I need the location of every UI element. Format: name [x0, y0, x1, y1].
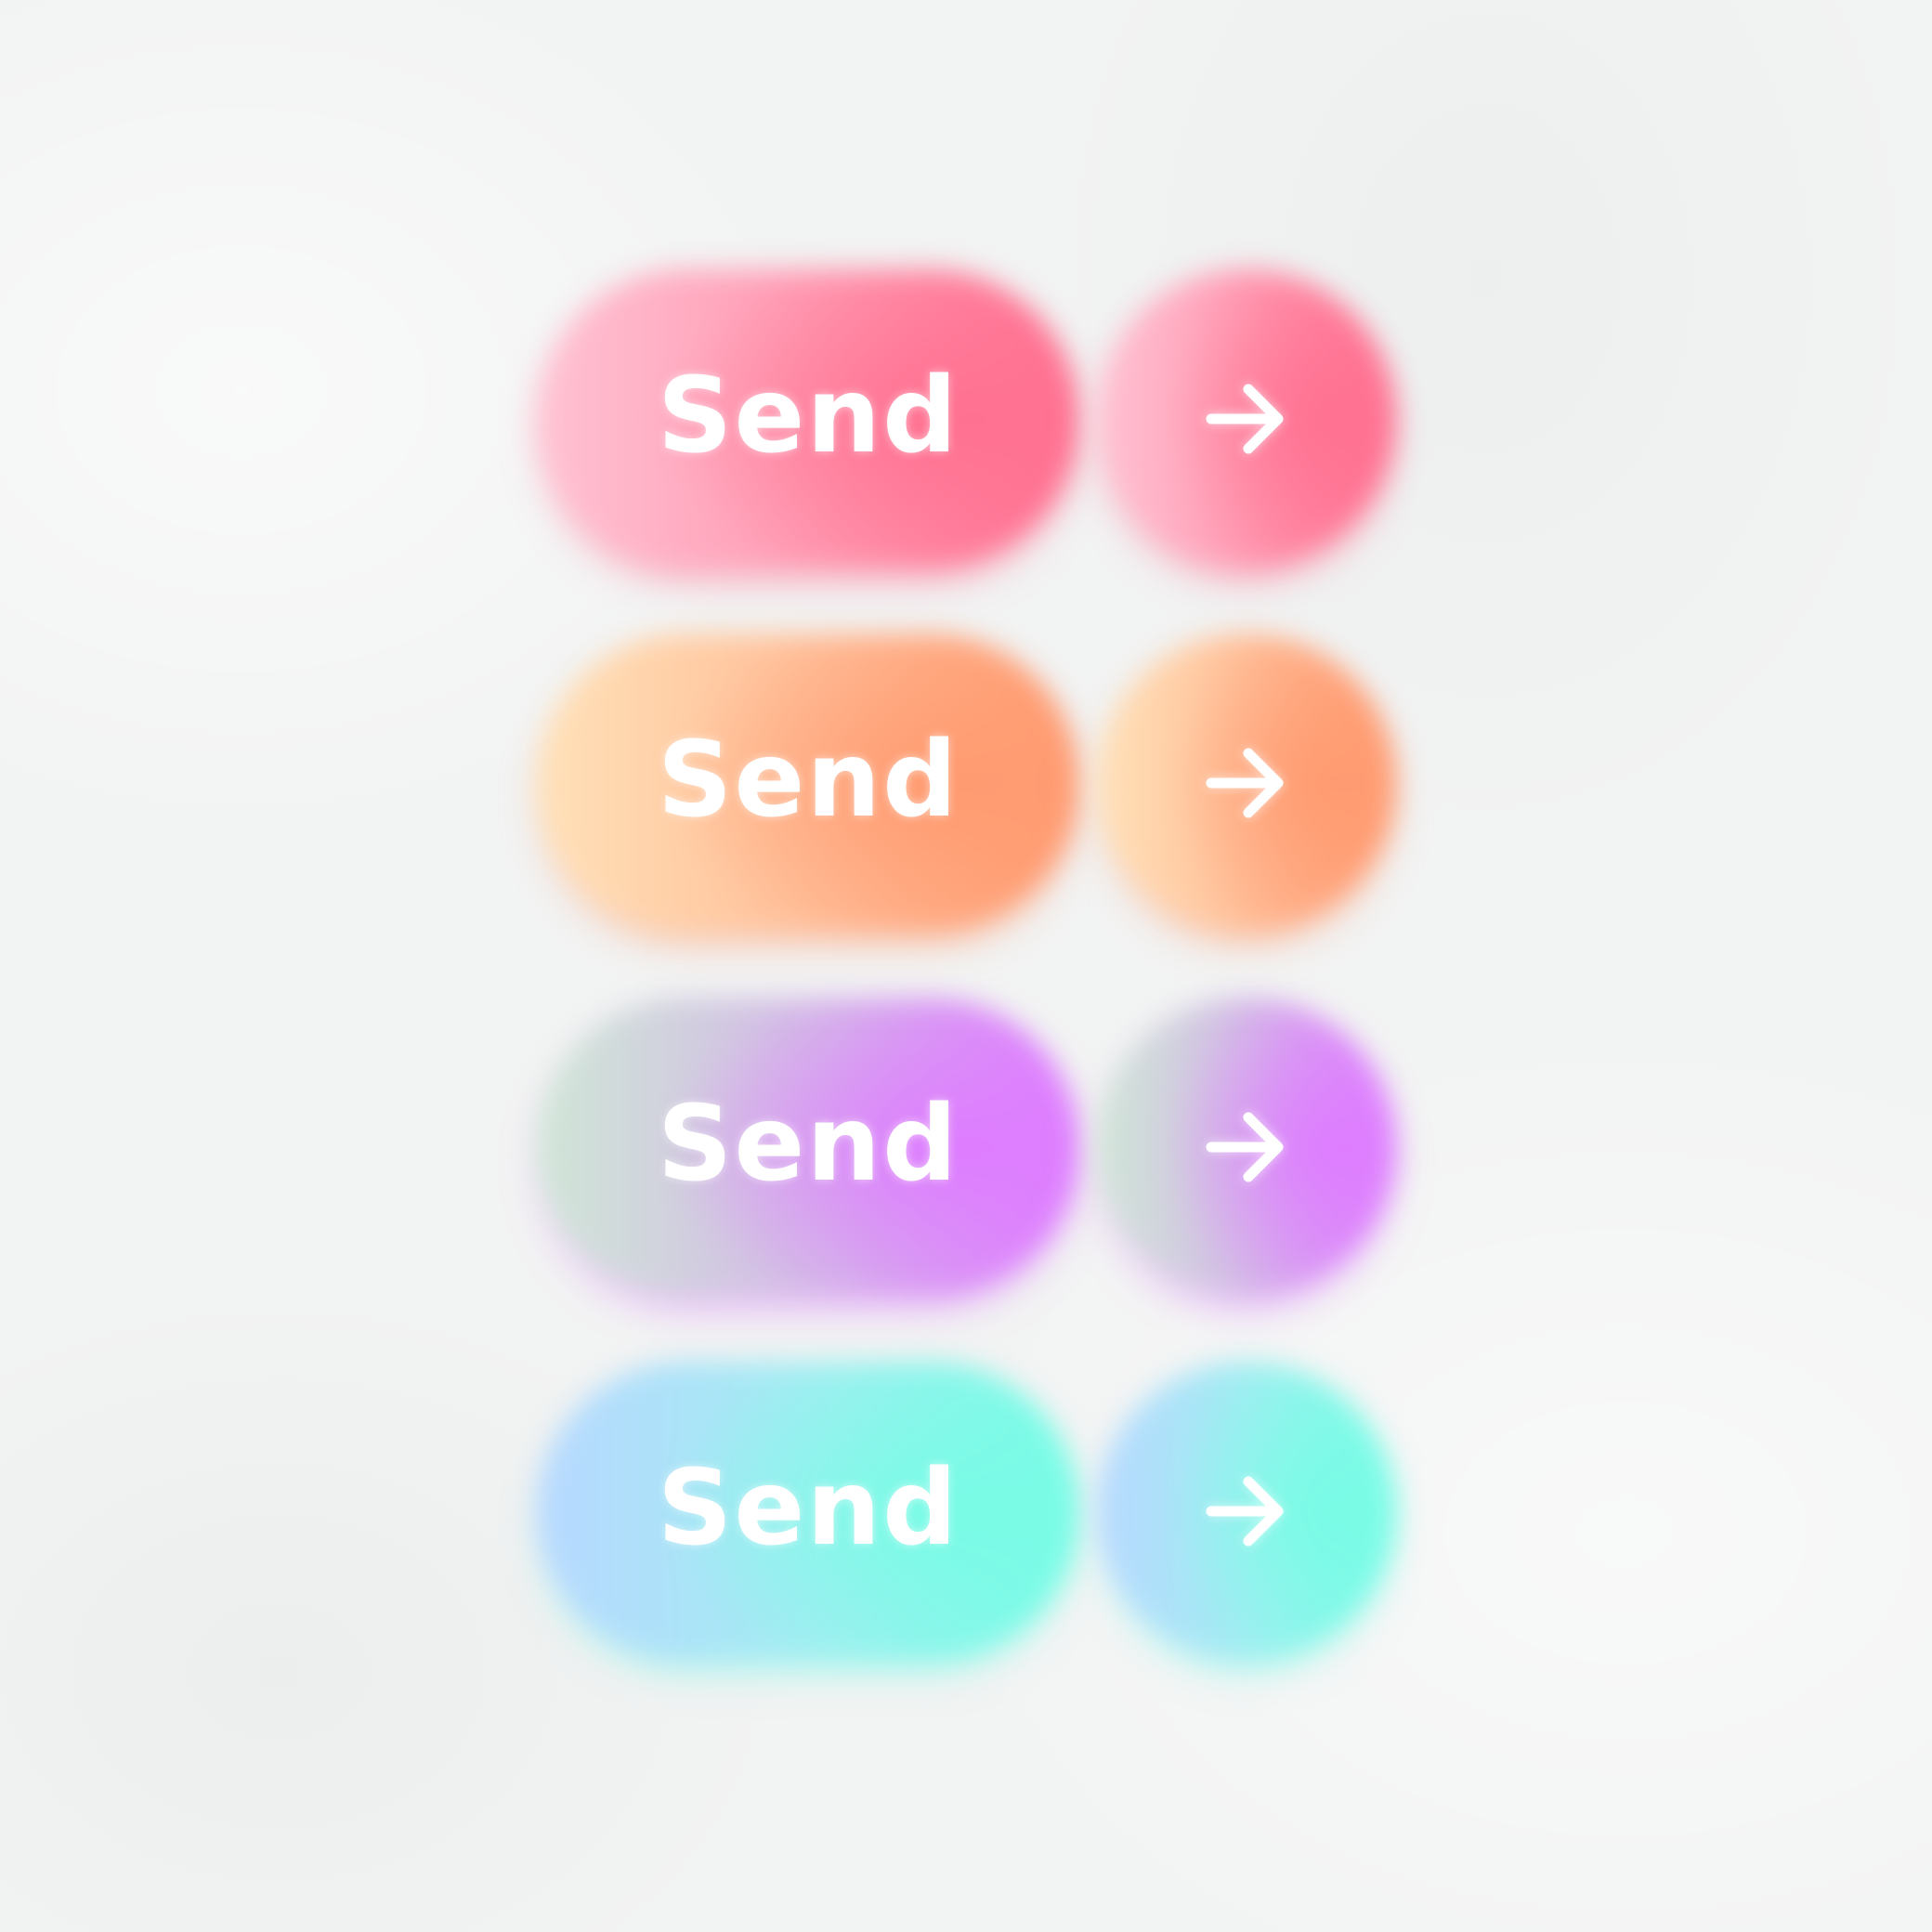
send-button[interactable]: Send: [537, 269, 1079, 568]
button-row: Send: [537, 633, 1396, 933]
send-button-label: Send: [657, 720, 959, 841]
button-row: Send: [537, 269, 1396, 568]
arrow-right-icon: [1206, 384, 1284, 454]
button-row: Send: [537, 1362, 1396, 1661]
send-arrow-button[interactable]: [1097, 269, 1396, 568]
send-button-label: Send: [657, 1448, 959, 1569]
send-button[interactable]: Send: [537, 633, 1079, 933]
send-arrow-button[interactable]: [1097, 998, 1396, 1297]
arrow-right-icon: [1206, 1112, 1284, 1182]
send-arrow-button[interactable]: [1097, 633, 1396, 933]
send-button-label: Send: [657, 1084, 959, 1205]
send-button[interactable]: Send: [537, 998, 1079, 1297]
send-button[interactable]: Send: [537, 1362, 1079, 1661]
send-button-label: Send: [657, 356, 959, 476]
button-grid: Send Send Send Send: [537, 269, 1396, 1661]
button-row: Send: [537, 998, 1396, 1297]
arrow-right-icon: [1206, 748, 1284, 818]
send-arrow-button[interactable]: [1097, 1362, 1396, 1661]
arrow-right-icon: [1206, 1476, 1284, 1547]
